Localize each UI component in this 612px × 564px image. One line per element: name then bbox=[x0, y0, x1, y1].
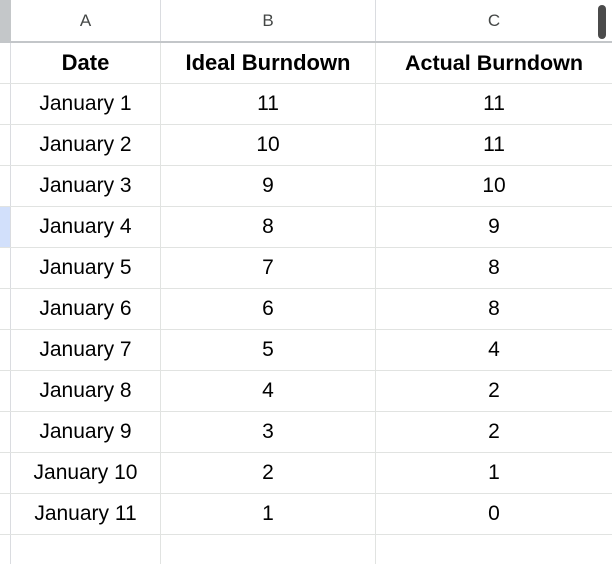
table-row: January 9 3 2 bbox=[0, 412, 612, 453]
cell-ideal[interactable]: 11 bbox=[161, 84, 376, 124]
row-gutter[interactable] bbox=[0, 248, 11, 288]
cell-ideal[interactable]: 7 bbox=[161, 248, 376, 288]
row-gutter[interactable] bbox=[0, 371, 11, 411]
column-header-b[interactable]: B bbox=[161, 0, 376, 41]
table-row: January 6 6 8 bbox=[0, 289, 612, 330]
row-gutter[interactable] bbox=[0, 330, 11, 370]
cell-date[interactable]: January 3 bbox=[11, 166, 161, 206]
table-row: January 2 10 11 bbox=[0, 125, 612, 166]
cell-date[interactable]: January 4 bbox=[11, 207, 161, 247]
cell-actual[interactable]: 1 bbox=[376, 453, 612, 493]
cell-ideal[interactable]: 8 bbox=[161, 207, 376, 247]
cell-date[interactable]: January 8 bbox=[11, 371, 161, 411]
table-row: January 11 1 0 bbox=[0, 494, 612, 535]
cell-date[interactable]: January 5 bbox=[11, 248, 161, 288]
empty-cell[interactable] bbox=[11, 535, 161, 564]
header-cell-ideal-burndown[interactable]: Ideal Burndown bbox=[161, 43, 376, 83]
cell-actual[interactable]: 4 bbox=[376, 330, 612, 370]
row-gutter[interactable] bbox=[0, 494, 11, 534]
cell-date[interactable]: January 6 bbox=[11, 289, 161, 329]
row-gutter-selected[interactable] bbox=[0, 207, 11, 247]
table-row: January 8 4 2 bbox=[0, 371, 612, 412]
vertical-scrollbar-thumb[interactable] bbox=[598, 5, 606, 39]
cell-ideal[interactable]: 4 bbox=[161, 371, 376, 411]
row-gutter[interactable] bbox=[0, 43, 11, 83]
cell-date[interactable]: January 7 bbox=[11, 330, 161, 370]
cell-actual[interactable]: 8 bbox=[376, 248, 612, 288]
cell-date[interactable]: January 11 bbox=[11, 494, 161, 534]
cell-actual[interactable]: 11 bbox=[376, 125, 612, 165]
cell-actual[interactable]: 10 bbox=[376, 166, 612, 206]
table-row: January 7 5 4 bbox=[0, 330, 612, 371]
cell-ideal[interactable]: 10 bbox=[161, 125, 376, 165]
table-header-row: Date Ideal Burndown Actual Burndown bbox=[0, 43, 612, 84]
cell-actual[interactable]: 11 bbox=[376, 84, 612, 124]
cell-date[interactable]: January 10 bbox=[11, 453, 161, 493]
cell-actual[interactable]: 0 bbox=[376, 494, 612, 534]
cell-actual[interactable]: 8 bbox=[376, 289, 612, 329]
column-header-c[interactable]: C bbox=[376, 0, 612, 41]
table-row: January 5 7 8 bbox=[0, 248, 612, 289]
spreadsheet-grid: A B C Date Ideal Burndown Actual Burndow… bbox=[0, 0, 612, 564]
cell-ideal[interactable]: 3 bbox=[161, 412, 376, 452]
table-row: January 3 9 10 bbox=[0, 166, 612, 207]
table-row: January 10 2 1 bbox=[0, 453, 612, 494]
cell-ideal[interactable]: 2 bbox=[161, 453, 376, 493]
cell-date[interactable]: January 1 bbox=[11, 84, 161, 124]
row-gutter[interactable] bbox=[0, 125, 11, 165]
cell-ideal[interactable]: 9 bbox=[161, 166, 376, 206]
column-header-a[interactable]: A bbox=[11, 0, 161, 41]
row-gutter[interactable] bbox=[0, 412, 11, 452]
select-all-corner-box[interactable] bbox=[0, 0, 11, 41]
cell-ideal[interactable]: 5 bbox=[161, 330, 376, 370]
empty-cell[interactable] bbox=[161, 535, 376, 564]
table-row-selected: January 4 8 9 bbox=[0, 207, 612, 248]
cell-date[interactable]: January 2 bbox=[11, 125, 161, 165]
cell-actual[interactable]: 9 bbox=[376, 207, 612, 247]
row-gutter[interactable] bbox=[0, 535, 11, 564]
cell-actual[interactable]: 2 bbox=[376, 371, 612, 411]
column-header-row: A B C bbox=[0, 0, 612, 43]
row-gutter[interactable] bbox=[0, 453, 11, 493]
row-gutter[interactable] bbox=[0, 166, 11, 206]
table-row: January 1 11 11 bbox=[0, 84, 612, 125]
cell-ideal[interactable]: 1 bbox=[161, 494, 376, 534]
row-gutter[interactable] bbox=[0, 289, 11, 329]
grid-body: Date Ideal Burndown Actual Burndown Janu… bbox=[0, 43, 612, 564]
cell-ideal[interactable]: 6 bbox=[161, 289, 376, 329]
header-cell-date[interactable]: Date bbox=[11, 43, 161, 83]
row-gutter[interactable] bbox=[0, 84, 11, 124]
empty-cell[interactable] bbox=[376, 535, 612, 564]
cell-actual[interactable]: 2 bbox=[376, 412, 612, 452]
cell-date[interactable]: January 9 bbox=[11, 412, 161, 452]
header-cell-actual-burndown[interactable]: Actual Burndown bbox=[376, 43, 612, 83]
empty-row bbox=[0, 535, 612, 564]
